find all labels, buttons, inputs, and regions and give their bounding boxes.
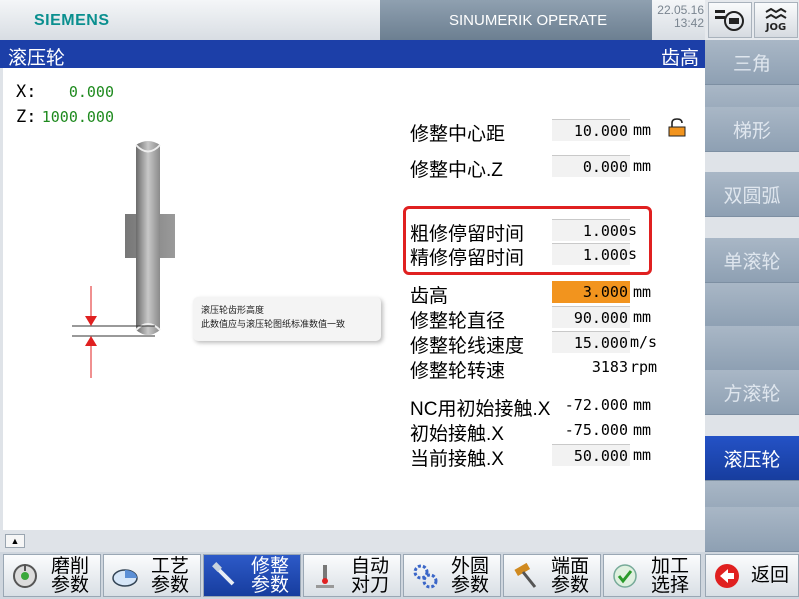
input-center-z[interactable]: 0.000 (552, 155, 630, 177)
softkey-back-label: 返回 (750, 565, 789, 586)
softkey-dressing-l2: 参数 (250, 574, 289, 596)
field-title: 齿高 (660, 48, 699, 69)
unit-cur-contact: mm (633, 446, 652, 464)
help-callout: 滚压轮齿形高度 此数值应与滚压轮图纸标准数值一致 (193, 297, 381, 341)
product-name: SINUMERIK OPERATE (449, 12, 608, 29)
unit-wheel-dia: mm (633, 308, 652, 326)
unit-line-speed: m/s (630, 333, 658, 351)
input-center-dist[interactable]: 10.000 (552, 119, 630, 141)
softkey-double-arc[interactable]: 双圆弧 (705, 172, 799, 217)
value-rpm: 3183 (552, 356, 630, 378)
roller-wheel-diagram (72, 141, 175, 378)
softkey-technology-l2: 参数 (150, 574, 189, 596)
softkey-auto-probe-l1: 自动 (350, 555, 389, 577)
callout-line-1: 滚压轮齿形高度 (201, 305, 265, 315)
title-bar: 滚压轮 齿高 (0, 40, 705, 69)
input-fine-dwell[interactable]: 1.000 (552, 243, 630, 265)
time-text: 13:42 (673, 16, 704, 30)
softkey-od-params[interactable]: 外圆 参数 (403, 554, 501, 597)
unit-fine-dwell: s (628, 245, 638, 263)
input-line-speed[interactable]: 15.000 (552, 331, 630, 353)
jog-label: JOG (765, 21, 787, 33)
softkey-face-l1: 端面 (550, 555, 589, 577)
label-wheel-dia: 修整轮直径 (410, 311, 506, 332)
hammer-icon (510, 561, 540, 591)
softkey-od-l2: 参数 (450, 574, 489, 596)
gears-icon (410, 561, 440, 591)
softkey-technology-l1: 工艺 (150, 555, 189, 577)
technology-icon (110, 561, 140, 591)
scroll-up-icon[interactable]: ▲ (5, 534, 25, 548)
unit-tooth-height: mm (633, 283, 652, 301)
value-init-contact: -75.000 (552, 419, 630, 441)
softkey-empty-6[interactable] (705, 283, 799, 328)
coord-value-x: 0.000 (68, 83, 114, 101)
value-nc-init: -72.000 (552, 394, 630, 416)
softkey-machining-l1: 加工 (650, 555, 689, 577)
unit-rough-dwell: s (628, 221, 638, 239)
brand-logo: SIEMENS (34, 12, 110, 29)
softkey-square-roller[interactable]: 方滚轮 (705, 370, 799, 415)
input-rough-dwell[interactable]: 1.000 (552, 219, 630, 241)
jog-wave-icon (765, 7, 787, 19)
softkey-machining-l2: 选择 (650, 574, 689, 596)
softkey-dressing-params[interactable]: 修整 参数 (203, 554, 301, 597)
softkey-machining-select[interactable]: 加工 选择 (603, 554, 701, 597)
coord-value-z: 1000.000 (41, 108, 114, 126)
machine-channel-icon (715, 10, 744, 31)
softkey-dressing-l1: 修整 (250, 555, 289, 577)
softkey-trapezoid[interactable]: 梯形 (705, 107, 799, 152)
label-line-speed: 修整轮线速度 (410, 336, 525, 357)
unit-nc-init: mm (633, 396, 652, 414)
label-init-contact: 初始接触.X (410, 424, 504, 445)
page-title: 滚压轮 (8, 48, 66, 69)
unit-init-contact: mm (633, 421, 652, 439)
input-wheel-dia[interactable]: 90.000 (552, 306, 630, 328)
softkey-roller-press[interactable]: 滚压轮 (705, 436, 799, 481)
back-arrow-icon (712, 561, 742, 591)
dressing-tool-icon (210, 561, 240, 591)
check-icon (610, 561, 640, 591)
softkey-grinding-l2: 参数 (50, 574, 89, 596)
softkey-single-roller[interactable]: 单滚轮 (705, 238, 799, 283)
unit-center-dist: mm (633, 121, 652, 139)
softkey-empty-7[interactable] (705, 326, 799, 371)
status-bar (0, 530, 705, 552)
label-nc-init: NC用初始接触.X (410, 399, 551, 420)
label-tooth-height: 齿高 (410, 286, 449, 307)
auto-probe-icon (310, 561, 340, 591)
input-cur-contact[interactable]: 50.000 (552, 444, 630, 466)
softkey-empty-11[interactable] (705, 507, 799, 552)
softkey-auto-probe-l2: 对刀 (350, 574, 389, 596)
datetime: 22.05.16 13:42 (652, 4, 704, 30)
top-icons: JOG (705, 0, 799, 40)
softkey-triangle[interactable]: 三角 (705, 40, 799, 85)
label-center-z: 修整中心.Z (410, 160, 503, 181)
channel-icon[interactable] (708, 2, 752, 38)
softkey-face-params[interactable]: 端面 参数 (503, 554, 601, 597)
softkey-back[interactable]: 返回 (705, 554, 799, 597)
unit-rpm: rpm (630, 358, 658, 376)
label-rough-dwell: 粗修停留时间 (410, 224, 525, 245)
grinding-icon (10, 561, 40, 591)
softkey-od-l1: 外圆 (450, 555, 489, 577)
label-fine-dwell: 精修停留时间 (410, 248, 525, 269)
label-center-dist: 修整中心距 (410, 124, 506, 145)
jog-mode-button[interactable]: JOG (754, 2, 798, 38)
softkey-face-l2: 参数 (550, 574, 589, 596)
lock-icon[interactable] (667, 118, 687, 138)
label-cur-contact: 当前接触.X (410, 449, 504, 470)
callout-line-2: 此数值应与滚压轮图纸标准数值一致 (201, 319, 346, 329)
label-rpm: 修整轮转速 (410, 361, 506, 382)
softkey-technology-params[interactable]: 工艺 参数 (103, 554, 201, 597)
softkey-auto-probe[interactable]: 自动 对刀 (303, 554, 401, 597)
unit-center-z: mm (633, 157, 652, 175)
softkey-grinding-l1: 磨削 (50, 555, 89, 577)
input-tooth-height[interactable]: 3.000 (552, 281, 630, 303)
softkey-grinding-params[interactable]: 磨削 参数 (3, 554, 101, 597)
